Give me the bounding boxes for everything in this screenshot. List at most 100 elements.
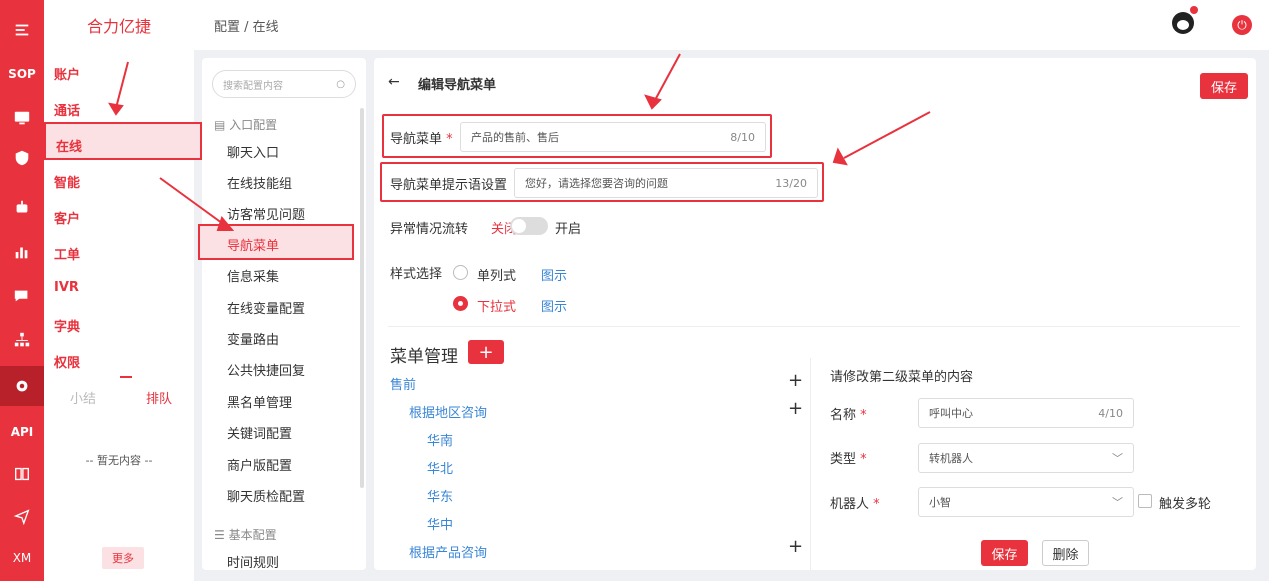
nav-item-call[interactable]: 通话 [54,100,80,119]
add-menu-button[interactable]: + [468,340,504,364]
main-panel: ← 编辑导航菜单 保存 导航菜单 * 产品的售前、售后 8/10 导航菜单提示语设… [374,58,1256,570]
style-label: 样式选择 [390,267,443,282]
scrollbar[interactable] [360,108,364,488]
plus-icon[interactable]: + [788,398,803,419]
robot-label: 机器人 * [830,497,880,512]
menu-label: 导航菜单 * [390,132,453,147]
list-icon: ☰ [214,528,229,542]
tab-summary[interactable]: 小结 [70,388,96,407]
sub-item[interactable]: 聊天入口 [227,142,279,161]
sub-item[interactable]: 黑名单管理 [227,392,292,411]
tab-indicator [120,376,132,378]
robot-icon[interactable] [0,190,44,226]
avatar[interactable] [1172,12,1194,34]
tab-queue[interactable]: 排队 [146,388,172,407]
divider [810,358,811,570]
power-icon[interactable]: ⏻ [1232,15,1252,35]
divider [388,326,1240,327]
config-submenu: 搜索配置内容 ○ ▤ 入口配置 聊天入口 在线技能组 访客常见问题 导航菜单 信息… [198,58,366,571]
breadcrumb: 配置 / 在线 [214,20,279,35]
edit-title: 请修改第二级菜单的内容 [830,370,974,385]
sub-item[interactable]: 关键词配置 [227,423,292,442]
nav-item-smart[interactable]: 智能 [54,172,80,191]
empty-state: -- 暂无内容 -- [85,454,153,467]
sub-item[interactable]: 变量路由 [227,329,279,348]
sub-item[interactable]: 在线技能组 [227,173,292,192]
sub-item-nav-menu[interactable]: 导航菜单 [227,235,279,254]
org-icon[interactable] [0,322,44,358]
more-button[interactable]: 更多 [102,547,144,569]
menu-name-input[interactable]: 产品的售前、售后 8/10 [460,122,766,152]
sub-item[interactable]: 聊天质检配置 [227,486,305,505]
sub-item[interactable]: 访客常见问题 [227,204,305,223]
illustration-link[interactable]: 图示 [541,265,567,284]
group-entry-config: ▤ 入口配置 [214,118,278,132]
tree-node[interactable]: 华中 [427,514,453,533]
delete-button[interactable]: 删除 [1042,540,1089,566]
nav-item-account[interactable]: 账户 [54,64,80,83]
page-title: 编辑导航菜单 [418,78,497,93]
notification-dot [1190,6,1198,14]
menu-mgmt-title: 菜单管理 [390,347,458,367]
tree-node[interactable]: 售前 [390,374,416,393]
app-rail: SOP API XM [0,0,44,581]
nav-item-ivr[interactable]: IVR [54,280,79,295]
radio-single-label: 单列式 [477,269,517,284]
back-arrow-icon[interactable]: ← [388,74,400,90]
tree-node[interactable]: 华北 [427,458,453,477]
nav-item-customer[interactable]: 客户 [54,208,80,227]
group-basic-config: ☰ 基本配置 [214,528,277,542]
type-select[interactable]: 转机器人 ﹀ [918,443,1134,473]
chat-icon[interactable] [0,278,44,314]
send-icon[interactable] [0,498,44,534]
sub-item[interactable]: 公共快捷回复 [227,360,305,379]
illustration-link[interactable]: 图示 [541,296,567,315]
radio-single[interactable] [453,265,468,280]
abnormal-toggle[interactable] [510,217,548,235]
type-label: 类型 * [830,452,867,467]
name-label: 名称 * [830,408,867,423]
sub-item[interactable]: 在线变量配置 [227,298,305,317]
book-icon[interactable] [0,456,44,492]
save-menu-button[interactable]: 保存 [981,540,1028,566]
monitor-icon[interactable] [0,100,44,136]
sub-item[interactable]: 信息采集 [227,266,279,285]
nav-item-permission[interactable]: 权限 [54,352,80,371]
save-button[interactable]: 保存 [1200,73,1248,99]
search-icon: ○ [336,78,345,90]
name-input[interactable]: 呼叫中心 4/10 [918,398,1134,428]
rail-xm[interactable]: XM [0,540,44,576]
radio-dropdown[interactable] [453,296,468,311]
tree-node[interactable]: 华南 [427,430,453,449]
plus-icon[interactable]: + [788,536,803,557]
toggle-on-label: 开启 [555,222,582,237]
sub-item[interactable]: 商户版配置 [227,455,292,474]
tree-node[interactable]: 华东 [427,486,453,505]
tip-input[interactable]: 您好，请选择您要咨询的问题 13/20 [514,168,818,198]
chart-icon[interactable] [0,234,44,270]
multi-turn-label: 触发多轮 [1159,497,1212,512]
tree-node[interactable]: 根据产品咨询 [409,542,487,561]
shield-icon[interactable] [0,140,44,176]
list-icon: ▤ [214,118,230,132]
nav-item-dict[interactable]: 字典 [54,316,80,335]
chevron-down-icon: ﹀ [1112,452,1123,465]
gear-icon[interactable] [0,366,44,406]
nav-active-label: 在线 [56,140,83,155]
plus-icon[interactable]: + [788,370,803,391]
rail-api[interactable]: API [0,414,44,450]
menu-icon[interactable] [0,12,44,48]
brand-name: 合力亿捷 [44,0,194,50]
robot-select[interactable]: 小智 ﹀ [918,487,1134,517]
config-search-input[interactable]: 搜索配置内容 ○ [212,70,356,98]
radio-dropdown-label: 下拉式 [477,300,517,315]
top-bar: 配置 / 在线 ⏻ [194,0,1269,50]
tip-label: 导航菜单提示语设置 [390,178,508,193]
nav-item-ticket[interactable]: 工单 [54,244,80,263]
chevron-down-icon: ﹀ [1112,496,1123,509]
abnormal-label: 异常情况流转 [390,222,469,237]
tree-node[interactable]: 根据地区咨询 [409,402,487,421]
rail-sop[interactable]: SOP [0,56,44,92]
sub-item[interactable]: 时间规则 [227,552,279,571]
multi-turn-checkbox[interactable] [1138,494,1152,508]
